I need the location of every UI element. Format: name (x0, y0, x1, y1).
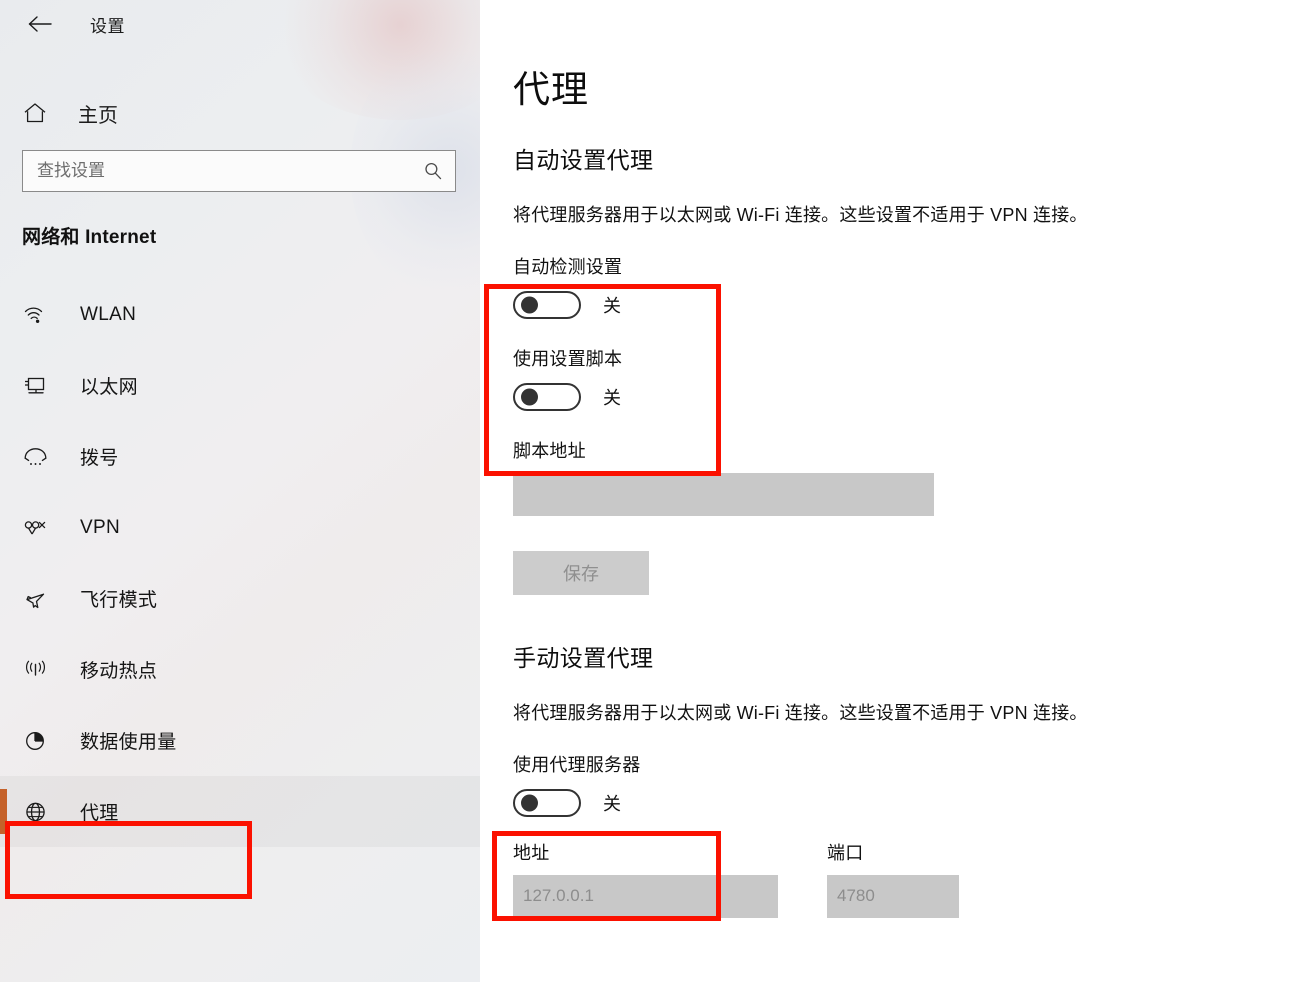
auto-detect-setting-group: 自动检测设置 关 (513, 253, 1291, 319)
title-bar: 设置 (0, 0, 480, 48)
sidebar-item-mobile-hotspot[interactable]: 移动热点 (0, 634, 480, 705)
search-box[interactable] (22, 150, 456, 192)
sidebar-item-proxy[interactable]: 代理 (0, 776, 480, 847)
sidebar-item-home[interactable]: 主页 (0, 90, 480, 136)
search-input[interactable] (37, 151, 423, 191)
sidebar-item-data-usage-label: 数据使用量 (80, 732, 177, 753)
use-script-toggle-knob (521, 388, 538, 406)
home-icon (22, 101, 56, 125)
address-port-row: 地址 端口 (513, 839, 1291, 918)
sidebar-item-wlan-label: WLAN (80, 303, 137, 325)
sidebar-item-data-usage[interactable]: 数据使用量 (0, 705, 480, 776)
back-arrow-icon (28, 16, 52, 32)
auto-proxy-section: 自动设置代理 将代理服务器用于以太网或 Wi-Fi 连接。这些设置不适用于 VP… (513, 141, 1291, 595)
auto-proxy-description: 将代理服务器用于以太网或 Wi-Fi 连接。这些设置不适用于 VPN 连接。 (513, 204, 1088, 225)
sidebar-item-ethernet-label: 以太网 (80, 377, 138, 398)
sidebar-item-vpn-label: VPN (80, 516, 120, 538)
auto-detect-label: 自动检测设置 (513, 256, 623, 277)
auto-detect-toggle[interactable] (513, 290, 581, 319)
sidebar-item-proxy-label: 代理 (80, 803, 119, 824)
auto-detect-toggle-knob (521, 296, 538, 314)
auto-detect-state: 关 (603, 295, 621, 316)
app-title: 设置 (90, 16, 125, 36)
manual-proxy-description: 将代理服务器用于以太网或 Wi-Fi 连接。这些设置不适用于 VPN 连接。 (513, 702, 1088, 723)
use-proxy-toggle[interactable] (513, 788, 581, 817)
address-group: 地址 (513, 839, 803, 918)
sidebar-item-airplane-mode[interactable]: 飞行模式 (0, 563, 480, 634)
main-content: 代理 自动设置代理 将代理服务器用于以太网或 Wi-Fi 连接。这些设置不适用于… (480, 0, 1291, 982)
port-group: 端口 (827, 839, 1007, 918)
sidebar: 设置 主页 网 (0, 0, 480, 982)
sidebar-item-vpn[interactable]: VPN (0, 492, 480, 563)
use-proxy-label: 使用代理服务器 (513, 754, 641, 775)
script-address-input[interactable] (513, 472, 934, 516)
sidebar-item-ethernet[interactable]: 以太网 (0, 350, 480, 421)
page-title: 代理 (513, 69, 589, 110)
port-input[interactable] (827, 874, 959, 918)
use-script-row: 关 (513, 382, 1291, 411)
sidebar-item-home-label: 主页 (78, 104, 118, 127)
script-address-group: 脚本地址 (513, 437, 1291, 516)
script-address-label: 脚本地址 (513, 440, 586, 461)
use-proxy-row: 关 (513, 788, 1291, 817)
sidebar-nav: WLAN 以太网 拨号 VPN 飞行模式 移动热点 数据使用量 代理 (0, 279, 480, 847)
data-usage-icon (22, 729, 58, 753)
manual-proxy-heading: 手动设置代理 (513, 644, 654, 671)
ethernet-icon (22, 374, 58, 398)
port-label: 端口 (827, 842, 864, 863)
sidebar-item-mobile-hotspot-label: 移动热点 (80, 661, 158, 682)
address-label: 地址 (513, 842, 550, 863)
auto-detect-row: 关 (513, 290, 1291, 319)
manual-proxy-section: 手动设置代理 将代理服务器用于以太网或 Wi-Fi 连接。这些设置不适用于 VP… (513, 639, 1291, 918)
search-icon[interactable] (423, 161, 443, 181)
sidebar-item-wlan[interactable]: WLAN (0, 279, 480, 350)
use-script-label: 使用设置脚本 (513, 348, 623, 369)
address-input[interactable] (513, 874, 778, 918)
back-button[interactable] (18, 6, 62, 42)
sidebar-item-airplane-mode-label: 飞行模式 (80, 590, 158, 611)
sidebar-category-title: 网络和 Internet (22, 227, 157, 248)
use-script-toggle[interactable] (513, 382, 581, 411)
hotspot-icon (22, 658, 58, 682)
globe-icon (22, 800, 58, 824)
dialup-phone-icon (22, 445, 58, 469)
use-proxy-setting-group: 使用代理服务器 关 (513, 751, 1291, 817)
settings-window: 设置 主页 网 (0, 0, 1291, 982)
use-proxy-state: 关 (603, 793, 621, 814)
save-script-button[interactable]: 保存 (513, 550, 649, 595)
use-proxy-toggle-knob (521, 794, 538, 812)
wifi-icon (22, 303, 58, 327)
use-script-state: 关 (603, 387, 621, 408)
sidebar-item-dialup-label: 拨号 (80, 448, 119, 469)
airplane-icon (22, 587, 58, 611)
use-script-setting-group: 使用设置脚本 关 (513, 345, 1291, 411)
sidebar-item-dialup[interactable]: 拨号 (0, 421, 480, 492)
vpn-icon (22, 516, 58, 540)
auto-proxy-heading: 自动设置代理 (513, 146, 654, 173)
